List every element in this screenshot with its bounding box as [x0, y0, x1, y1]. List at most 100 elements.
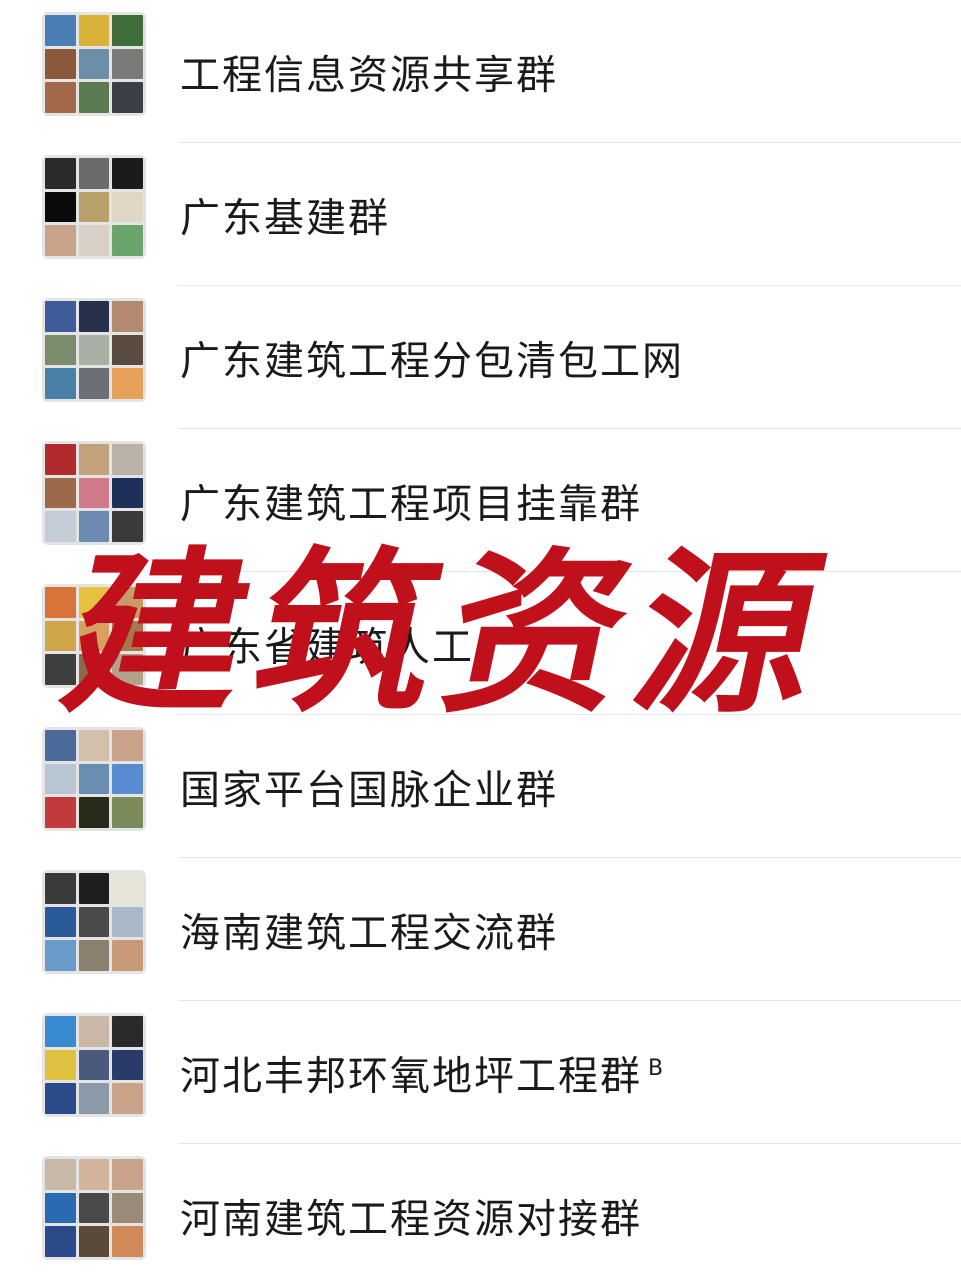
group-name-text: 工程信息资源共享群 [180, 52, 558, 99]
group-name-text: 海南建筑工程交流群 [180, 910, 558, 957]
group-avatar [42, 441, 146, 545]
member-avatar-tile [112, 225, 143, 256]
group-name: 广东建筑工程项目挂靠群 [180, 473, 648, 528]
group-name: 河北丰邦环氧地坪工程群 B [180, 1045, 663, 1100]
member-avatar-tile [45, 797, 76, 828]
member-avatar-tile [112, 334, 143, 366]
group-name: 工程信息资源共享群 [180, 44, 564, 99]
member-avatar-tile [112, 587, 143, 618]
member-avatar-tile [45, 334, 76, 366]
group-name: 国家平台国脉企业群 [180, 759, 564, 814]
member-avatar-tile [45, 654, 76, 685]
group-chat-row[interactable]: 河北丰邦环氧地坪工程群 B [0, 1001, 961, 1144]
member-avatar-tile [45, 82, 76, 113]
member-avatar-tile [112, 763, 143, 795]
member-avatar-tile [78, 587, 110, 618]
group-name-text: 河南建筑工程资源对接群 [180, 1196, 642, 1243]
member-avatar-tile [78, 620, 110, 652]
member-avatar-tile [45, 511, 76, 542]
group-chat-row[interactable]: 广东建筑工程分包清包工网 [0, 286, 961, 429]
member-avatar-tile [78, 730, 110, 761]
member-avatar-tile [78, 15, 110, 46]
member-avatar-tile [45, 368, 76, 399]
member-avatar-tile [78, 1083, 110, 1114]
member-avatar-tile [78, 940, 110, 971]
group-name-text: 国家平台国脉企业群 [180, 767, 558, 814]
group-name-text: 广东建筑工程项目挂靠群 [180, 481, 642, 528]
group-chat-row[interactable]: 广东基建群 [0, 143, 961, 286]
member-avatar-tile [45, 191, 76, 223]
member-avatar-tile [112, 906, 143, 938]
member-avatar-tile [78, 444, 110, 475]
member-avatar-tile [112, 1226, 143, 1257]
member-avatar-tile [78, 1016, 110, 1047]
group-avatar [42, 584, 146, 688]
group-chat-row[interactable]: 工程信息资源共享群 [0, 0, 961, 143]
member-avatar-tile [45, 1226, 76, 1257]
member-avatar-tile [112, 730, 143, 761]
group-name-text: 广东基建群 [180, 195, 390, 242]
member-avatar-tile [45, 620, 76, 652]
member-avatar-tile [112, 477, 143, 509]
member-avatar-tile [45, 763, 76, 795]
member-avatar-tile [78, 334, 110, 366]
member-avatar-tile [112, 654, 143, 685]
member-avatar-tile [112, 301, 143, 332]
member-avatar-tile [45, 587, 76, 618]
member-avatar-tile [45, 1049, 76, 1081]
group-name: 广东省建筑人工 [180, 616, 480, 671]
group-name: 海南建筑工程交流群 [180, 902, 564, 957]
member-avatar-tile [78, 797, 110, 828]
group-chat-row[interactable]: 国家平台国脉企业群 [0, 715, 961, 858]
group-name-text: 河北丰邦环氧地坪工程群 [180, 1053, 642, 1100]
group-avatar [42, 727, 146, 831]
member-avatar-tile [45, 906, 76, 938]
member-avatar-tile [78, 48, 110, 80]
member-avatar-tile [78, 158, 110, 189]
member-avatar-tile [78, 906, 110, 938]
member-avatar-tile [45, 1083, 76, 1114]
group-chat-list: 工程信息资源共享群 广东基建群 广东建筑工程分包清包工网 广东建筑工程项目挂靠群… [0, 0, 961, 1281]
member-avatar-tile [112, 797, 143, 828]
member-avatar-tile [78, 873, 110, 904]
member-avatar-tile [45, 444, 76, 475]
member-avatar-tile [45, 48, 76, 80]
member-avatar-tile [112, 620, 143, 652]
member-avatar-tile [112, 940, 143, 971]
member-avatar-tile [45, 940, 76, 971]
member-avatar-tile [45, 873, 76, 904]
member-avatar-tile [78, 477, 110, 509]
member-avatar-tile [112, 511, 143, 542]
member-avatar-tile [45, 477, 76, 509]
member-avatar-tile [112, 1049, 143, 1081]
group-avatar [42, 1013, 146, 1117]
group-chat-row[interactable]: 海南建筑工程交流群 [0, 858, 961, 1001]
member-avatar-tile [112, 158, 143, 189]
member-avatar-tile [78, 82, 110, 113]
member-avatar-tile [45, 1016, 76, 1047]
group-chat-row[interactable]: 河南建筑工程资源对接群 [0, 1144, 961, 1287]
member-avatar-tile [112, 1016, 143, 1047]
member-avatar-tile [78, 763, 110, 795]
group-avatar [42, 870, 146, 974]
group-avatar [42, 298, 146, 402]
member-avatar-tile [112, 1159, 143, 1190]
group-name-text: 广东省建筑人工 [180, 624, 474, 671]
group-name-text: 广东建筑工程分包清包工网 [180, 338, 684, 385]
member-avatar-tile [45, 1192, 76, 1224]
member-avatar-tile [78, 301, 110, 332]
member-avatar-tile [112, 82, 143, 113]
group-name: 河南建筑工程资源对接群 [180, 1188, 648, 1243]
member-avatar-tile [78, 225, 110, 256]
member-avatar-tile [112, 15, 143, 46]
member-avatar-tile [112, 1083, 143, 1114]
member-avatar-tile [78, 1159, 110, 1190]
group-chat-row[interactable]: 广东省建筑人工 [0, 572, 961, 715]
group-chat-row[interactable]: 广东建筑工程项目挂靠群 [0, 429, 961, 572]
member-avatar-tile [78, 1226, 110, 1257]
member-avatar-tile [78, 1049, 110, 1081]
member-avatar-tile [78, 511, 110, 542]
group-name: 广东基建群 [180, 187, 396, 242]
member-avatar-tile [78, 191, 110, 223]
member-avatar-tile [112, 191, 143, 223]
